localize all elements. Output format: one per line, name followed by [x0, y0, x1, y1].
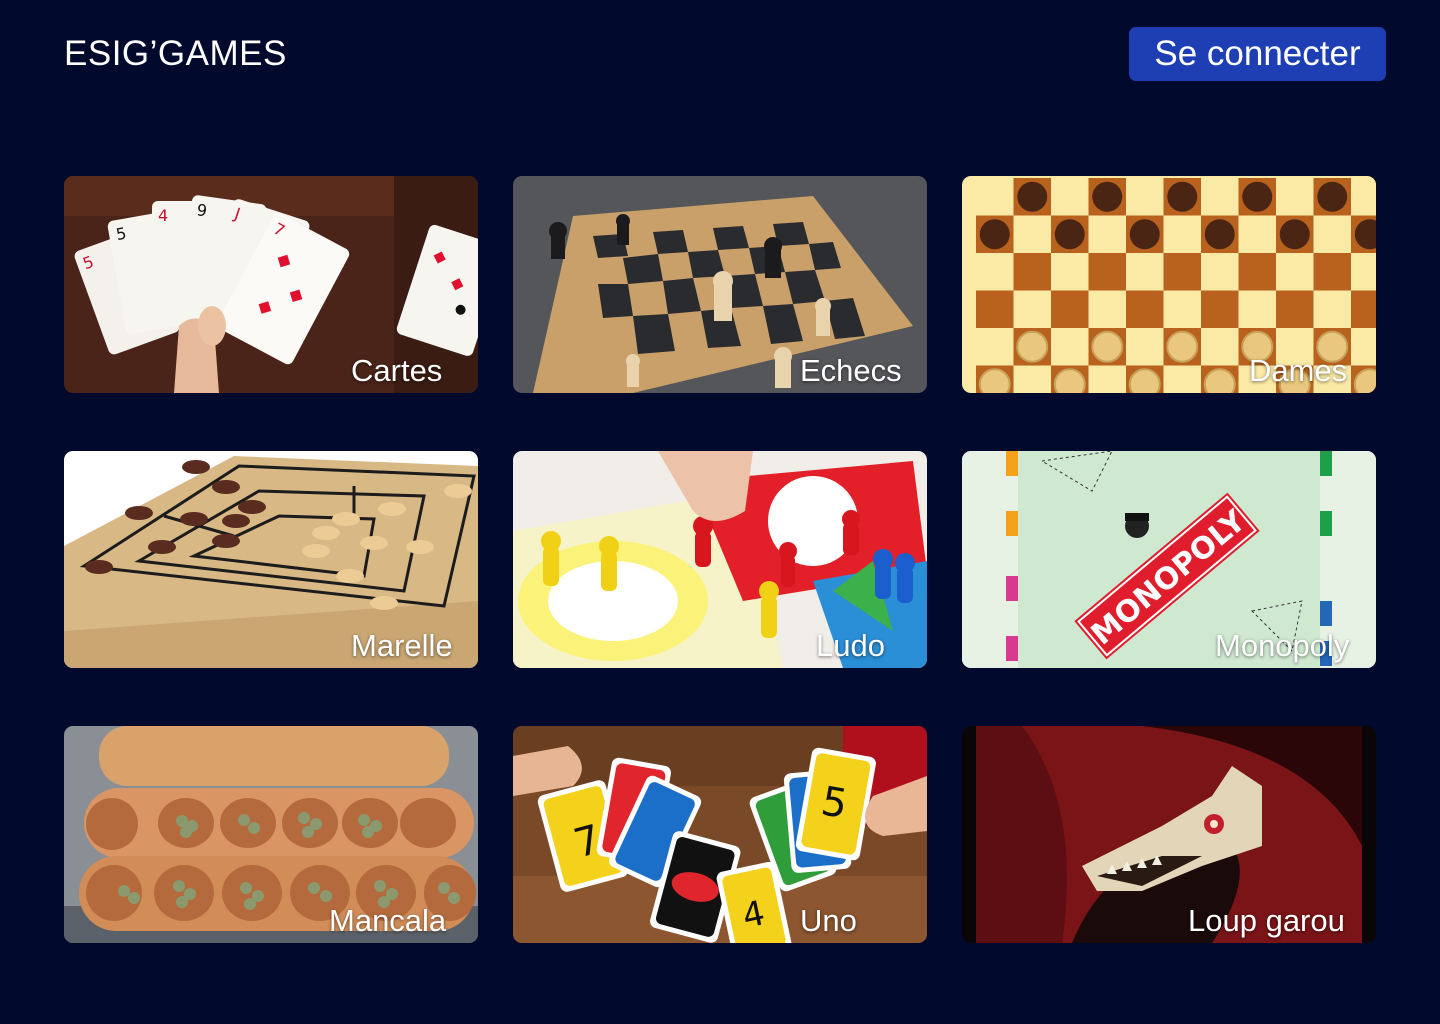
game-card-loup-garou[interactable]: Loup garou: [962, 726, 1376, 943]
game-label: Echecs: [800, 353, 902, 388]
game-card-echecs[interactable]: Echecs: [513, 176, 927, 393]
game-card-ludo[interactable]: Ludo: [513, 451, 927, 668]
game-label: Loup garou: [1188, 903, 1345, 938]
game-card-cartes[interactable]: 5 5 4 9 J 7 Cartes: [64, 176, 478, 393]
game-label: Mancala: [329, 903, 447, 938]
game-card-marelle[interactable]: Marelle: [64, 451, 478, 668]
game-label: Ludo: [816, 628, 885, 663]
game-label: Marelle: [351, 628, 453, 663]
svg-text:4: 4: [158, 206, 168, 225]
uno-cards-image: 7 4 5: [513, 726, 927, 943]
game-label: Uno: [800, 903, 857, 938]
game-card-monopoly[interactable]: MONOPOLY Monopoly: [962, 451, 1376, 668]
game-card-uno[interactable]: 7 4 5 Uno: [513, 726, 927, 943]
login-button[interactable]: Se connecter: [1129, 27, 1386, 81]
game-card-dames[interactable]: Dames: [962, 176, 1376, 393]
game-label: Monopoly: [1215, 628, 1350, 663]
brand-logo[interactable]: ESIG’GAMES: [64, 34, 287, 74]
game-card-mancala[interactable]: Mancala: [64, 726, 478, 943]
game-label: Dames: [1249, 353, 1348, 388]
game-label: Cartes: [351, 353, 443, 388]
